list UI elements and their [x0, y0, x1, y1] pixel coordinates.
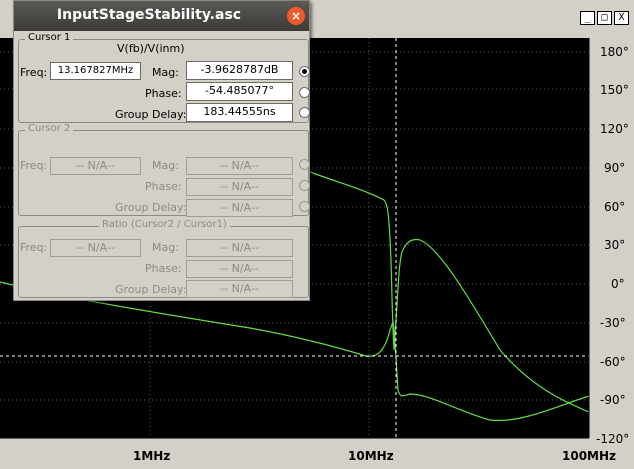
cursor2-group: Cursor 2 Freq: -- N/A-- Mag: -- N/A-- Ph… — [18, 123, 310, 217]
x-tick-label: 10MHz — [348, 449, 394, 463]
cursor2-group-delay-radio — [299, 201, 310, 212]
dialog-title: InputStageStability.asc — [56, 7, 242, 23]
cursor1-group: Cursor 1 V(fb)/V(inm) Freq: 13.167827MHz… — [18, 32, 310, 123]
ratio-group-delay-label: Group Delay: — [115, 283, 187, 296]
x-tick-label: 1MHz — [133, 449, 170, 463]
y-tick-label: -120° — [596, 432, 629, 446]
ratio-title: Ratio (Cursor2 / Cursor1) — [99, 219, 230, 230]
cursor1-title: Cursor 1 — [25, 32, 74, 43]
ratio-group: Ratio (Cursor2 / Cursor1) Freq: -- N/A--… — [18, 219, 309, 298]
ratio-phase-field: -- N/A-- — [186, 260, 293, 278]
cursor2-mag-radio — [299, 159, 310, 170]
ratio-phase-label: Phase: — [145, 262, 182, 275]
cursor2-freq-label: Freq: — [20, 159, 48, 172]
ratio-mag-label: Mag: — [152, 241, 179, 254]
cursor2-freq-field: -- N/A-- — [50, 157, 141, 175]
x-axis: 1MHz 10MHz 100MHz — [0, 437, 616, 463]
cursor1-freq-field[interactable]: 13.167827MHz — [50, 62, 141, 80]
cursor2-mag-field: -- N/A-- — [186, 157, 293, 175]
minimize-window-button[interactable]: _ — [580, 11, 595, 25]
y-axis-right: 180° 150° 120° 90° 60° 30° 0° -30° -60° … — [588, 38, 629, 446]
ratio-freq-field: -- N/A-- — [50, 239, 141, 257]
cursor1-group-delay-field[interactable]: 183.44555ns — [186, 103, 293, 122]
y-tick-label: 90° — [604, 161, 625, 175]
y-tick-label: 60° — [604, 200, 625, 214]
y-tick-label: -30° — [600, 316, 626, 330]
y-tick-label: 0° — [611, 277, 625, 291]
cursor1-expression: V(fb)/V(inm) — [117, 42, 185, 55]
cursor1-phase-radio[interactable] — [299, 87, 310, 98]
y-tick-label: -60° — [600, 355, 626, 369]
cursor2-phase-radio — [299, 180, 310, 191]
y-tick-label: 120° — [600, 122, 629, 136]
y-tick-label: 30° — [604, 238, 625, 252]
cursor1-mag-field[interactable]: -3.9628787dB — [186, 61, 293, 80]
cursor1-phase-field[interactable]: -54.485077° — [186, 82, 293, 101]
cursor2-mag-label: Mag: — [152, 159, 179, 172]
cursor1-group-delay-label: Group Delay: — [115, 108, 187, 121]
cursor2-group-delay-field: -- N/A-- — [186, 199, 293, 217]
maximize-window-button[interactable]: □ — [597, 11, 612, 25]
cursor1-freq-label: Freq: — [20, 66, 48, 79]
y-tick-label: -90° — [600, 393, 626, 407]
close-icon[interactable]: × — [287, 7, 305, 25]
close-window-button[interactable]: X — [614, 11, 629, 25]
cursor1-mag-radio[interactable] — [299, 66, 310, 77]
cursor1-group-delay-radio[interactable] — [299, 107, 310, 118]
y-tick-label: 180° — [600, 45, 629, 59]
x-tick-label: 100MHz — [562, 449, 616, 463]
cursor2-phase-field: -- N/A-- — [186, 178, 293, 196]
ratio-mag-field: -- N/A-- — [186, 239, 293, 257]
cursor2-title: Cursor 2 — [25, 123, 74, 134]
cursor1-mag-label: Mag: — [152, 66, 179, 79]
ratio-group-delay-field: -- N/A-- — [186, 280, 293, 298]
cursor2-group-delay-label: Group Delay: — [115, 201, 187, 214]
dialog-titlebar[interactable]: InputStageStability.asc × — [14, 1, 309, 31]
cursor2-phase-label: Phase: — [145, 180, 182, 193]
ratio-freq-label: Freq: — [20, 241, 48, 254]
y-tick-label: 150° — [600, 83, 629, 97]
cursor1-phase-label: Phase: — [145, 87, 182, 100]
cursor-dialog: InputStageStability.asc × Cursor 1 V(fb)… — [13, 0, 310, 301]
